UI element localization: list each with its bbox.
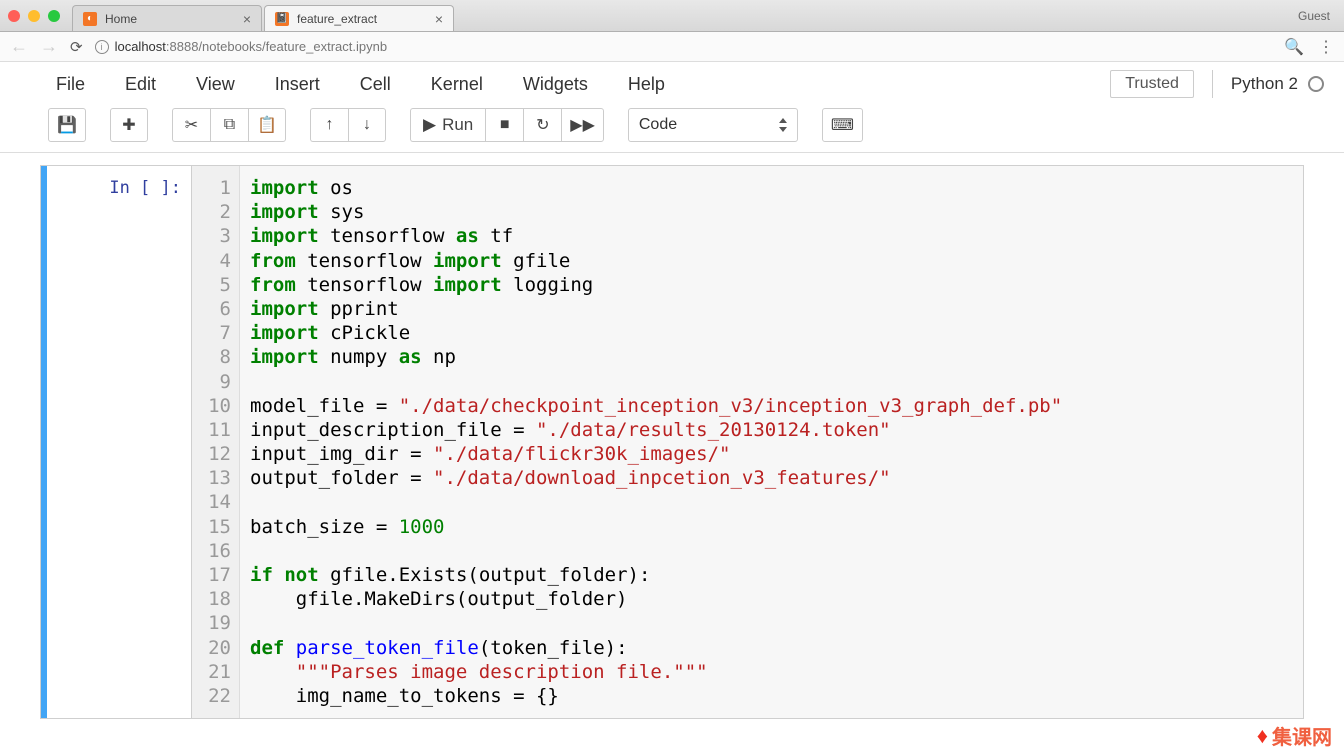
site-info-icon[interactable]: i [95, 40, 109, 54]
minimize-window-icon[interactable] [28, 10, 40, 22]
restart-button[interactable]: ↻ [523, 108, 561, 142]
code-editor[interactable]: 12345678910111213141516171819202122 impo… [191, 166, 1303, 718]
url-port: :8888 [166, 39, 199, 54]
maximize-window-icon[interactable] [48, 10, 60, 22]
menu-view[interactable]: View [196, 74, 235, 95]
trusted-indicator[interactable]: Trusted [1110, 70, 1194, 98]
jupyter-toolbar: 💾 ✚ ✂ ⧉ 📋 ↑ ↓ ▶ Run ■ ↻ ▶▶ Code ⌨ [0, 102, 1344, 153]
cut-button[interactable]: ✂ [172, 108, 210, 142]
url-path: /notebooks/feature_extract.ipynb [198, 39, 387, 54]
browser-address-bar: ← → ⟳ i localhost:8888/notebooks/feature… [0, 32, 1344, 62]
line-gutter: 12345678910111213141516171819202122 [192, 166, 240, 718]
separator [1212, 70, 1213, 98]
watermark: ♦ 集课网 [1257, 721, 1332, 750]
notebook: File Edit View Insert Cell Kernel Widget… [0, 62, 1344, 731]
code-cell[interactable]: In [ ]: 12345678910111213141516171819202… [40, 165, 1304, 719]
paste-button[interactable]: 📋 [248, 108, 286, 142]
jupyter-favicon-icon: ◐ [83, 12, 97, 26]
copy-button[interactable]: ⧉ [210, 108, 248, 142]
tab-title: feature_extract [297, 12, 377, 26]
move-up-button[interactable]: ↑ [310, 108, 348, 142]
menu-icon[interactable]: ⋮ [1318, 37, 1334, 57]
url-host: localhost [115, 39, 166, 54]
menu-insert[interactable]: Insert [275, 74, 320, 95]
run-button[interactable]: ▶ Run [410, 108, 485, 142]
celltype-select[interactable]: Code [628, 108, 798, 142]
profile-label[interactable]: Guest [1298, 9, 1330, 23]
save-button[interactable]: 💾 [48, 108, 86, 142]
tab-title: Home [105, 12, 137, 26]
flame-icon: ♦ [1257, 723, 1268, 749]
kernel-status-icon [1308, 76, 1324, 92]
jupyter-favicon-icon: 📓 [275, 12, 289, 26]
browser-tab-home[interactable]: ◐ Home × [72, 5, 262, 31]
window-controls [8, 10, 60, 22]
url-field[interactable]: i localhost:8888/notebooks/feature_extra… [95, 39, 1273, 54]
browser-tabs: ◐ Home × 📓 feature_extract × [72, 0, 1298, 31]
search-icon[interactable]: 🔍 [1284, 37, 1304, 57]
run-icon: ▶ [423, 115, 436, 135]
browser-titlebar: ◐ Home × 📓 feature_extract × Guest [0, 0, 1344, 32]
close-window-icon[interactable] [8, 10, 20, 22]
cell-prompt: In [ ]: [47, 166, 191, 718]
menu-widgets[interactable]: Widgets [523, 74, 588, 95]
menu-cell[interactable]: Cell [360, 74, 391, 95]
forward-icon[interactable]: → [40, 36, 58, 57]
jupyter-menubar: File Edit View Insert Cell Kernel Widget… [0, 62, 1344, 102]
command-palette-button[interactable]: ⌨ [822, 108, 863, 142]
kernel-name[interactable]: Python 2 [1231, 74, 1324, 94]
menu-kernel[interactable]: Kernel [431, 74, 483, 95]
notebook-cells-area[interactable]: In [ ]: 12345678910111213141516171819202… [0, 153, 1344, 731]
back-icon[interactable]: ← [10, 36, 28, 57]
interrupt-button[interactable]: ■ [485, 108, 523, 142]
menu-file[interactable]: File [56, 74, 85, 95]
add-cell-button[interactable]: ✚ [110, 108, 148, 142]
close-tab-icon[interactable]: × [243, 11, 251, 27]
reload-icon[interactable]: ⟳ [70, 38, 83, 56]
restart-run-all-button[interactable]: ▶▶ [561, 108, 604, 142]
move-down-button[interactable]: ↓ [348, 108, 386, 142]
menu-edit[interactable]: Edit [125, 74, 156, 95]
code-content[interactable]: import osimport sysimport tensorflow as … [240, 166, 1303, 718]
browser-tab-notebook[interactable]: 📓 feature_extract × [264, 5, 454, 31]
close-tab-icon[interactable]: × [435, 11, 443, 27]
menu-help[interactable]: Help [628, 74, 665, 95]
